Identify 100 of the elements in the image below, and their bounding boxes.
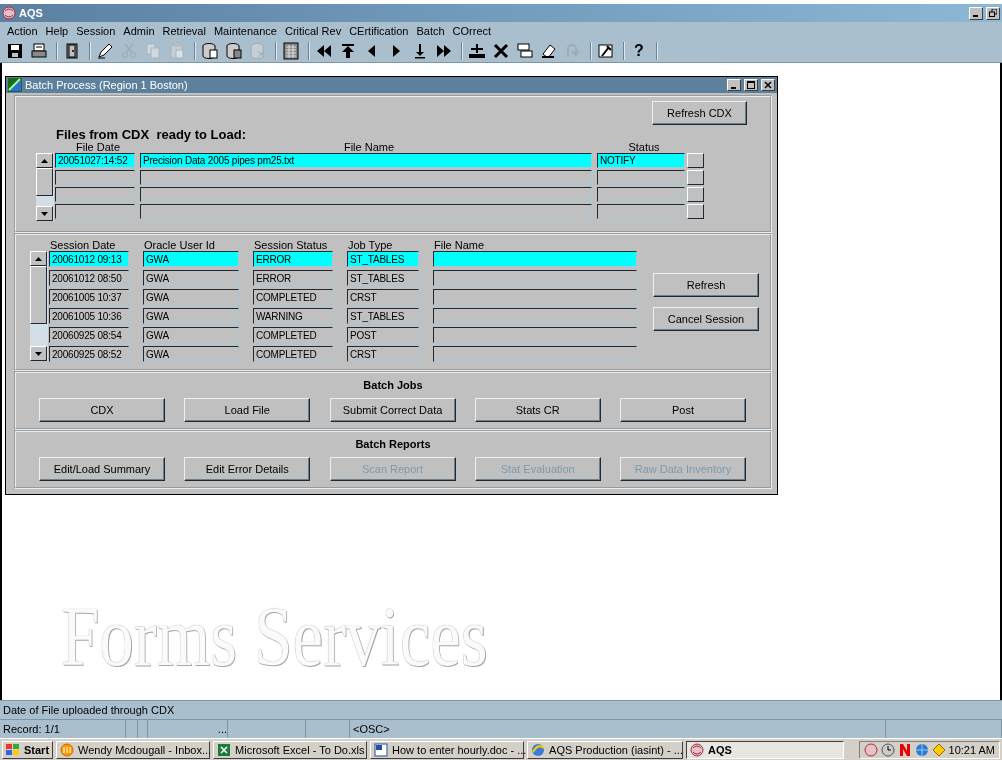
scroll-up-button[interactable] xyxy=(30,251,47,266)
double-left-arrow-icon[interactable] xyxy=(315,42,333,60)
table-cell[interactable]: 20060925 08:54 xyxy=(49,327,129,343)
first-record-icon[interactable] xyxy=(339,42,357,60)
table-cell[interactable]: 20060925 08:52 xyxy=(49,346,129,362)
table-cell[interactable] xyxy=(433,346,637,362)
menu-item[interactable]: Critical Rev xyxy=(281,25,347,37)
scroll-up-button[interactable] xyxy=(36,153,53,168)
taskbar-button[interactable]: AQS Production (iasint) - ... xyxy=(527,740,684,759)
taskbar-button[interactable]: AQS xyxy=(686,740,845,759)
batch-job-button[interactable]: CDX xyxy=(39,398,165,422)
table-cell[interactable]: ST_TABLES xyxy=(347,251,419,267)
table-cell[interactable]: GWA xyxy=(143,327,239,343)
table-cell[interactable]: ST_TABLES xyxy=(347,270,419,286)
table-cell[interactable]: 20061012 08:50 xyxy=(49,270,129,286)
table-cell[interactable]: WARNING xyxy=(253,308,333,324)
table-cell[interactable]: GWA xyxy=(143,289,239,305)
scroll-down-button[interactable] xyxy=(36,206,53,221)
scroll-thumb[interactable] xyxy=(30,266,47,324)
eraser-icon[interactable] xyxy=(540,42,558,60)
batch-job-button[interactable]: Stats CR xyxy=(474,398,601,422)
n-logo-icon[interactable] xyxy=(897,742,912,757)
table-cell[interactable]: GWA xyxy=(143,270,239,286)
calculator-icon[interactable] xyxy=(282,42,300,60)
table-cell[interactable]: CRST xyxy=(347,346,419,362)
menu-item[interactable]: Admin xyxy=(120,25,160,37)
table-cell[interactable]: COMPLETED xyxy=(253,289,333,305)
table-cell[interactable] xyxy=(433,289,637,305)
table-cell[interactable]: COMPLETED xyxy=(253,346,333,362)
row-button[interactable] xyxy=(687,153,704,168)
insert-record-icon[interactable] xyxy=(468,42,486,60)
help-button[interactable]: ? xyxy=(630,42,648,60)
database-icon[interactable] xyxy=(225,42,243,60)
table-cell[interactable]: Precision Data 2005 pipes pm25.txt xyxy=(140,153,592,168)
action-button[interactable]: Refresh xyxy=(653,273,759,297)
table-cell[interactable]: NOTIFY xyxy=(597,153,685,168)
tray-app-icon[interactable] xyxy=(863,742,878,757)
row-button[interactable] xyxy=(687,170,704,185)
table-cell[interactable]: 20061012 09:13 xyxy=(49,251,129,267)
minimize-button[interactable] xyxy=(727,79,741,91)
menu-item[interactable]: Action xyxy=(4,25,43,37)
menu-item[interactable]: Retrieval xyxy=(159,25,211,37)
action-button[interactable]: Cancel Session xyxy=(653,307,759,331)
table-cell[interactable] xyxy=(597,204,685,219)
report-button[interactable]: Edit Error Details xyxy=(184,457,311,481)
table-cell[interactable]: 20061005 10:37 xyxy=(49,289,129,305)
row-button[interactable] xyxy=(687,204,704,219)
diamond-tray-icon[interactable] xyxy=(931,742,946,757)
save-icon[interactable] xyxy=(6,42,24,60)
batch-job-button[interactable]: Load File xyxy=(184,398,311,422)
table-cell[interactable]: 20051027:14:52 xyxy=(55,153,135,168)
scroll-thumb[interactable] xyxy=(36,168,53,196)
pencil-icon[interactable] xyxy=(96,42,114,60)
report-button[interactable]: Edit/Load Summary xyxy=(39,457,165,481)
table-cell[interactable] xyxy=(433,308,637,324)
table-cell[interactable] xyxy=(597,170,685,185)
table-cell[interactable]: ST_TABLES xyxy=(347,308,419,324)
duplicate-record-icon[interactable] xyxy=(516,42,534,60)
batch-job-button[interactable]: Post xyxy=(620,398,746,422)
start-button[interactable]: Start xyxy=(2,740,54,759)
table-cell[interactable]: ERROR xyxy=(253,270,333,286)
table-cell[interactable] xyxy=(433,327,637,343)
globe-tray-icon[interactable] xyxy=(914,742,929,757)
table-cell[interactable]: COMPLETED xyxy=(253,327,333,343)
taskbar-button[interactable]: Microsoft Excel - To Do.xls xyxy=(213,740,368,759)
menu-item[interactable]: Batch xyxy=(413,25,450,37)
double-right-arrow-icon[interactable] xyxy=(435,42,453,60)
table-cell[interactable] xyxy=(433,251,637,267)
table-cell[interactable] xyxy=(140,170,592,185)
table-cell[interactable]: POST xyxy=(347,327,419,343)
table-cell[interactable]: GWA xyxy=(143,308,239,324)
table-cell[interactable]: GWA xyxy=(143,346,239,362)
menu-item[interactable]: Session xyxy=(73,25,121,37)
table-cell[interactable] xyxy=(433,270,637,286)
menu-item[interactable]: Help xyxy=(42,25,74,37)
menu-item[interactable]: CErtification xyxy=(346,25,414,37)
table-cell[interactable] xyxy=(140,204,592,219)
table-cell[interactable] xyxy=(597,187,685,202)
minimize-button[interactable] xyxy=(969,6,983,20)
table-cell[interactable] xyxy=(55,170,135,185)
hammer-icon[interactable] xyxy=(597,42,615,60)
batch-job-button[interactable]: Submit Correct Data xyxy=(329,398,456,422)
menu-item[interactable]: Maintenance xyxy=(210,25,282,37)
clock-tray-icon[interactable] xyxy=(880,742,895,757)
door-icon[interactable] xyxy=(63,42,81,60)
query-icon[interactable] xyxy=(201,42,219,60)
table-cell[interactable] xyxy=(55,187,135,202)
menu-item[interactable]: COrrect xyxy=(449,25,497,37)
refresh-cdx-button[interactable]: Refresh CDX xyxy=(652,101,747,125)
table-cell[interactable]: GWA xyxy=(143,251,239,267)
table-cell[interactable] xyxy=(140,187,592,202)
row-button[interactable] xyxy=(687,187,704,202)
table-cell[interactable]: CRST xyxy=(347,289,419,305)
delete-record-icon[interactable] xyxy=(492,42,510,60)
close-button[interactable] xyxy=(761,79,775,91)
printer-icon[interactable] xyxy=(30,42,48,60)
maximize-button[interactable] xyxy=(744,79,758,91)
taskbar-button[interactable]: How to enter hourly.doc - ... xyxy=(370,740,525,759)
restore-button[interactable] xyxy=(986,6,1000,20)
table-cell[interactable]: ERROR xyxy=(253,251,333,267)
